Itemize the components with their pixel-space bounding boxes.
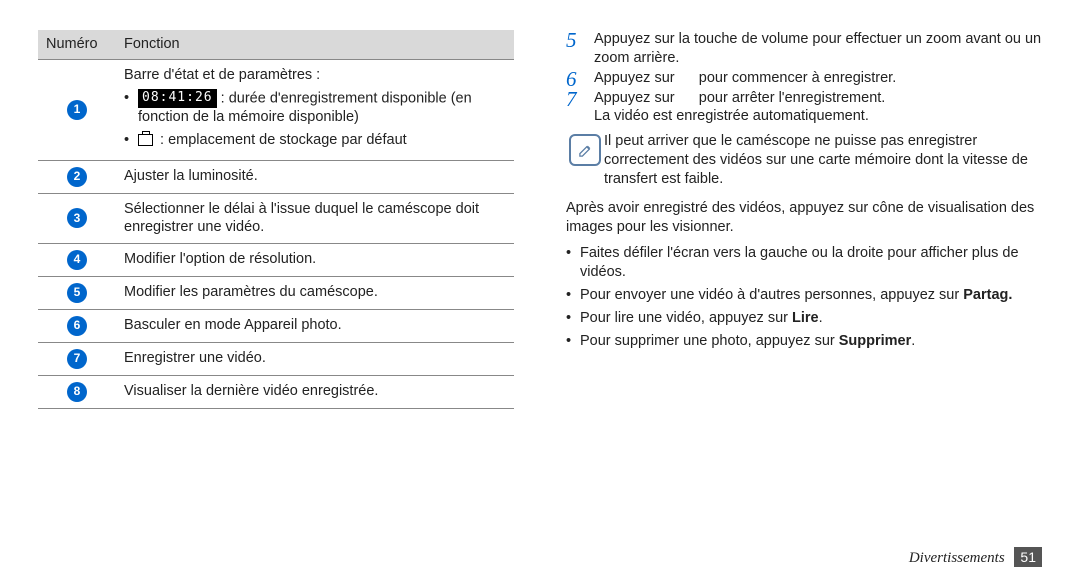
step-6: 6 Appuyez sur pour commencer à enregistr… [566,69,1042,88]
col-header-number: Numéro [38,30,116,59]
tip-3: Pour lire une vidéo, appuyez sur Lire. [566,309,1042,328]
step-7-extra: La vidéo est enregistrée automatiquement… [594,107,1042,126]
section-name: Divertissements [909,550,1005,566]
step-5: 5 Appuyez sur la touche de volume pour e… [566,30,1042,68]
step-7: 7 Appuyez sur pour arrêter l'enregistrem… [566,89,1042,127]
row1-title: Barre d'état et de paramètres : [124,66,506,85]
row2-text: Ajuster la luminosité. [116,160,514,193]
row1-bullet-1: 08:41:26 : durée d'enregistrement dispon… [124,89,506,127]
marker-8: 8 [67,382,87,402]
marker-3: 3 [67,208,87,228]
marker-1: 1 [67,100,87,120]
step-number-7: 7 [566,89,577,110]
note-icon [569,134,601,166]
function-table: Numéro Fonction 1 Barre d'état et de par… [38,30,514,409]
note-text: Il peut arriver que le caméscope ne puis… [604,132,1042,189]
row8-text: Visualiser la dernière vidéo enregistrée… [116,376,514,409]
row6-text: Basculer en mode Appareil photo. [116,310,514,343]
page-footer: Divertissements 51 [909,547,1042,569]
tip-4: Pour supprimer une photo, appuyez sur Su… [566,332,1042,351]
marker-5: 5 [67,283,87,303]
storage-icon [138,134,153,146]
step-number-5: 5 [566,30,577,51]
row1-bullet-2: : emplacement de stockage par défaut [124,131,506,150]
tip-1: Faites défiler l'écran vers la gauche ou… [566,244,1042,282]
row7-text: Enregistrer une vidéo. [116,343,514,376]
after-paragraph: Après avoir enregistré des vidéos, appuy… [566,199,1042,237]
col-header-function: Fonction [116,30,514,59]
page-number: 51 [1014,547,1042,567]
note-block: Il peut arriver que le caméscope ne puis… [566,132,1042,189]
tip-2: Pour envoyer une vidéo à d'autres person… [566,286,1042,305]
marker-4: 4 [67,250,87,270]
marker-7: 7 [67,349,87,369]
row4-text: Modifier l'option de résolution. [116,244,514,277]
marker-2: 2 [67,167,87,187]
row3-text: Sélectionner le délai à l'issue duquel l… [116,193,514,244]
row5-text: Modifier les paramètres du caméscope. [116,277,514,310]
timer-icon: 08:41:26 [138,89,217,108]
marker-6: 6 [67,316,87,336]
